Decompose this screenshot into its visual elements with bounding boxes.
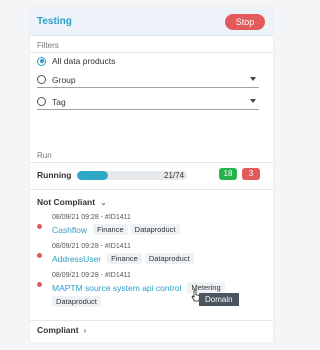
not-compliant-label: Not Compliant [37, 197, 96, 207]
compliant-label: Compliant [37, 325, 79, 335]
status-dot-icon [37, 282, 42, 287]
list-item[interactable]: 08/09/21 09:28 - #ID1411 MAPTM source sy… [37, 272, 262, 312]
list-item[interactable]: 08/09/21 09:28 - #ID1411 AddressUser Fin… [37, 243, 262, 273]
caret-down-icon[interactable] [250, 99, 256, 103]
item-meta: 08/09/21 09:28 - #ID1411 [52, 214, 131, 221]
compliant-toggle[interactable]: Compliant › [37, 325, 86, 335]
item-meta: 08/09/21 09:28 - #ID1411 [52, 243, 131, 250]
filter-group-label: Group [52, 75, 76, 85]
chevron-down-icon: ⌄ [100, 197, 107, 207]
tag-chip[interactable]: Dataproduct [52, 296, 101, 307]
failed-count-badge: 3 [242, 168, 260, 180]
filters-label: Filters [37, 41, 59, 50]
item-name-link[interactable]: Cashflow [52, 225, 87, 235]
tag-chip[interactable]: Dataproduct [130, 224, 180, 235]
radio-unchecked-icon[interactable] [37, 97, 46, 106]
chevron-right-icon: › [83, 325, 87, 335]
divider [30, 189, 273, 190]
panel-header: Testing Stop [30, 8, 273, 36]
tag-chip[interactable]: Finance [107, 253, 142, 264]
divider [30, 320, 273, 321]
filter-tag-select[interactable]: Tag [37, 94, 259, 110]
filter-tag-label: Tag [52, 97, 66, 107]
passed-count-badge: 18 [219, 168, 237, 180]
status-dot-icon [37, 224, 42, 229]
filter-all-data-products[interactable]: All data products [37, 54, 115, 68]
panel-title: Testing [37, 16, 72, 27]
run-label: Run [37, 151, 52, 160]
list-item[interactable]: 08/09/21 09:28 - #ID1411 Cashflow Financ… [37, 214, 262, 244]
not-compliant-toggle[interactable]: Not Compliant ⌄ [37, 197, 107, 207]
radio-unchecked-icon[interactable] [37, 75, 46, 84]
run-progress-bar: 21/74 [77, 171, 187, 180]
testing-panel: Testing Stop Filters All data products G… [30, 8, 273, 342]
status-dot-icon [37, 253, 42, 258]
divider [30, 162, 273, 163]
filter-all-label: All data products [52, 56, 116, 66]
run-progress-fill [77, 171, 109, 180]
tag-chip[interactable]: Finance [92, 224, 128, 235]
run-status-label: Running [37, 170, 72, 180]
divider [30, 52, 273, 53]
filter-group-select[interactable]: Group [37, 72, 259, 88]
item-name-link[interactable]: AddressUser [52, 254, 101, 264]
item-meta: 08/09/21 09:28 - #ID1411 [52, 272, 131, 279]
run-progress-text: 21/74 [164, 171, 185, 180]
tooltip: Domain [199, 293, 239, 306]
radio-checked-icon[interactable] [37, 56, 46, 66]
tag-chip[interactable]: Dataproduct [144, 253, 194, 264]
stop-button[interactable]: Stop [225, 14, 265, 30]
caret-down-icon[interactable] [250, 77, 256, 81]
item-name-link[interactable]: MAPTM source system api control [52, 283, 181, 293]
run-status-row: Running 21/74 18 3 [37, 168, 265, 182]
